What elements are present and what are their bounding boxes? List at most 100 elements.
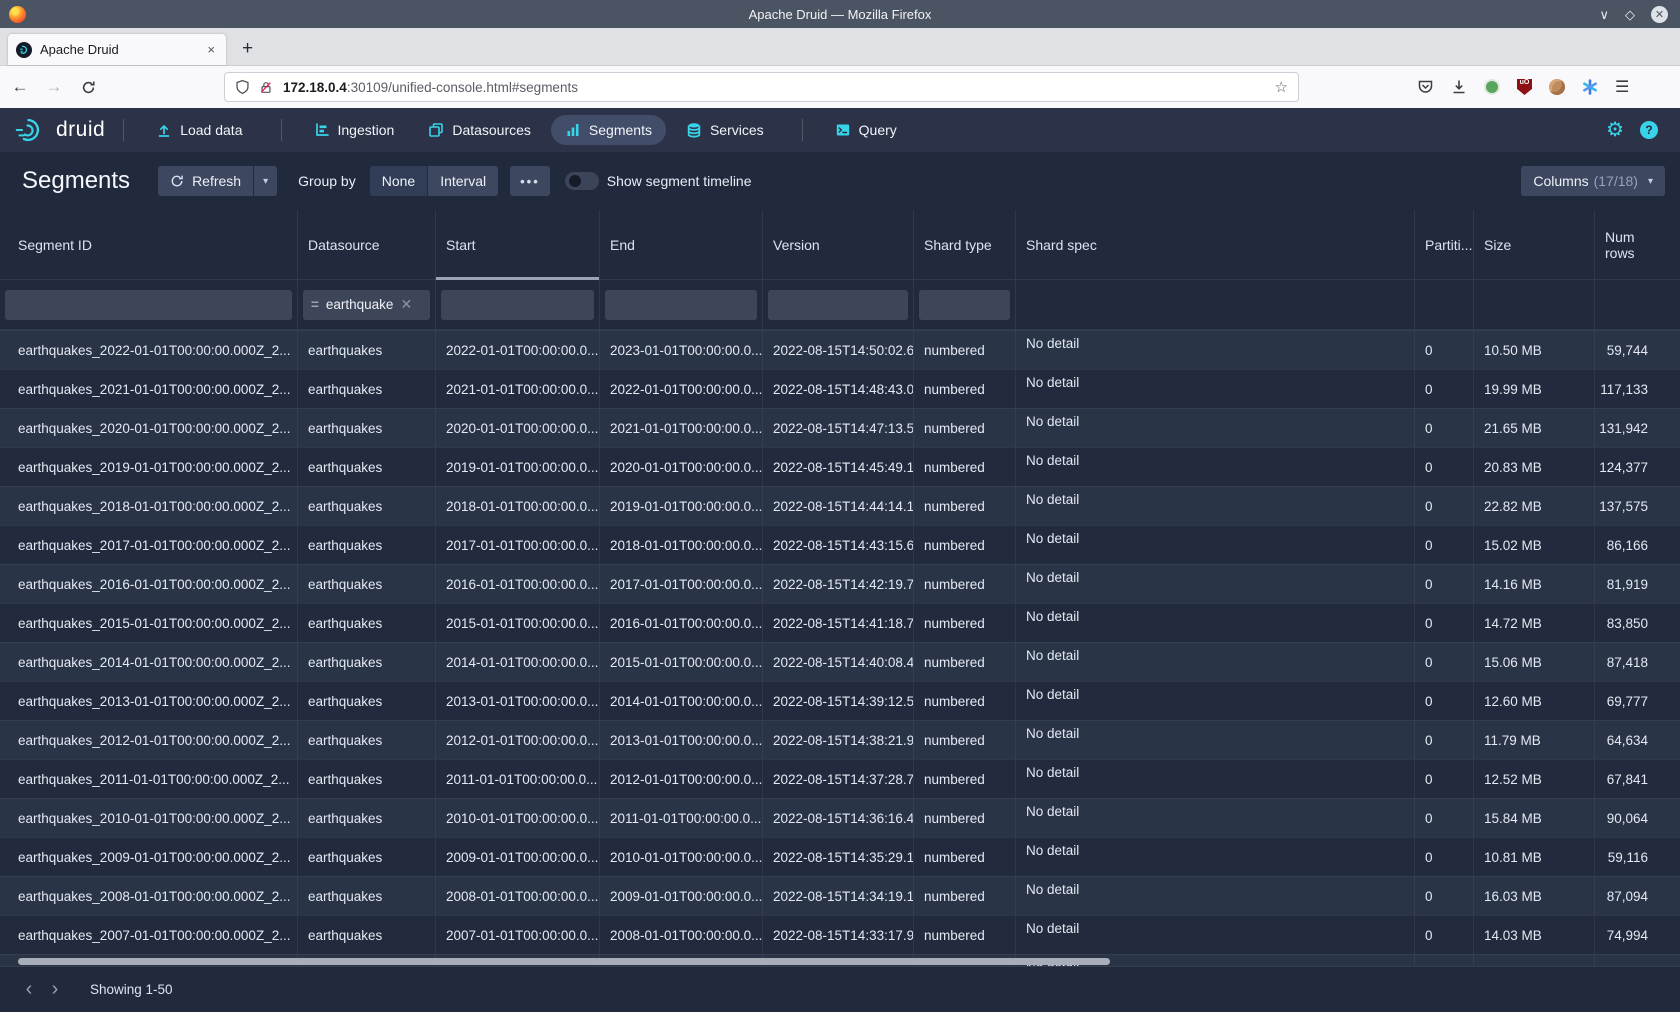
cell[interactable]: 0 (1415, 526, 1474, 564)
group-by-interval-button[interactable]: Interval (428, 166, 498, 196)
cell[interactable]: 69,777 (1595, 682, 1680, 720)
cell[interactable]: numbered (914, 370, 1016, 408)
nav-item-segments[interactable]: Segments (551, 115, 666, 145)
cell[interactable]: 2011-01-01T00:00:00.0... (600, 799, 763, 837)
tab-close-icon[interactable]: × (204, 42, 218, 57)
cell[interactable]: No detail (1016, 877, 1415, 915)
lock-insecure-icon[interactable] (259, 80, 273, 95)
cell[interactable]: 117,133 (1595, 370, 1680, 408)
datasource-filter-input[interactable]: = earthquake ✕ (303, 290, 430, 320)
column-header-shard-spec[interactable]: Shard spec (1016, 210, 1415, 279)
cell[interactable]: 2008-01-01T00:00:00.0... (436, 877, 600, 915)
shard-type-filter-input[interactable] (919, 290, 1010, 320)
cell[interactable]: No detail (1016, 682, 1415, 720)
cell[interactable]: earthquakes (298, 760, 436, 798)
column-header-partiti[interactable]: Partiti... (1415, 210, 1474, 279)
cell[interactable]: numbered (914, 565, 1016, 603)
column-header-end[interactable]: End (600, 210, 763, 279)
refresh-button[interactable]: Refresh (158, 166, 253, 196)
column-header-version[interactable]: Version (763, 210, 914, 279)
cell[interactable]: 0 (1415, 409, 1474, 447)
cell[interactable]: 2020-01-01T00:00:00.0... (436, 409, 600, 447)
cell[interactable]: earthquakes_2014-01-01T00:00:00.000Z_2..… (0, 643, 298, 681)
column-header-start[interactable]: Start (436, 210, 600, 279)
cell[interactable]: earthquakes_2021-01-01T00:00:00.000Z_2..… (0, 370, 298, 408)
cell[interactable]: 20.83 MB (1474, 448, 1595, 486)
nav-item-query[interactable]: Query (821, 115, 911, 145)
cell[interactable]: earthquakes (298, 721, 436, 759)
cell[interactable]: earthquakes (298, 487, 436, 525)
cell[interactable]: 0 (1415, 721, 1474, 759)
cell[interactable]: 2017-01-01T00:00:00.0... (436, 526, 600, 564)
cell[interactable]: 0 (1415, 682, 1474, 720)
cell[interactable]: earthquakes_2007-01-01T00:00:00.000Z_2..… (0, 916, 298, 954)
nav-item-datasources[interactable]: Datasources (414, 115, 545, 145)
extension-green-icon[interactable] (1484, 79, 1500, 95)
cell[interactable]: 59,116 (1595, 838, 1680, 876)
asterisk-extension-icon[interactable] (1582, 79, 1598, 95)
window-maximize-icon[interactable]: ◇ (1625, 8, 1635, 21)
cell[interactable]: numbered (914, 409, 1016, 447)
bookmark-star-icon[interactable]: ☆ (1275, 78, 1288, 96)
cell[interactable]: 11.79 MB (1474, 721, 1595, 759)
cell[interactable]: 2012-01-01T00:00:00.0... (436, 721, 600, 759)
cell[interactable]: 0 (1415, 916, 1474, 954)
cell[interactable]: 2022-08-15T14:45:49.1... (763, 448, 914, 486)
column-header-num-rows[interactable]: Num rows (1595, 210, 1680, 279)
cell[interactable]: No detail (1016, 721, 1415, 759)
cell[interactable]: 14.03 MB (1474, 916, 1595, 954)
remove-filter-icon[interactable]: ✕ (400, 296, 412, 313)
cell[interactable]: 124,377 (1595, 448, 1680, 486)
cell[interactable]: earthquakes_2019-01-01T00:00:00.000Z_2..… (0, 448, 298, 486)
more-options-button[interactable]: ••• (510, 166, 550, 196)
cell[interactable]: numbered (914, 682, 1016, 720)
group-by-none-button[interactable]: None (370, 166, 427, 196)
cell[interactable]: 2011-01-01T00:00:00.0... (436, 760, 600, 798)
cell[interactable]: No detail (1016, 331, 1415, 369)
url-bar[interactable]: 172.18.0.4:30109/unified-console.html#se… (224, 72, 1299, 102)
cell[interactable]: earthquakes (298, 916, 436, 954)
cell[interactable]: earthquakes (298, 526, 436, 564)
cell[interactable]: earthquakes_2012-01-01T00:00:00.000Z_2..… (0, 721, 298, 759)
filter-tag[interactable]: = earthquake ✕ (311, 296, 412, 313)
cell[interactable]: 2022-08-15T14:50:02.6... (763, 331, 914, 369)
cell[interactable]: 0 (1415, 760, 1474, 798)
cell[interactable]: 0 (1415, 838, 1474, 876)
cell[interactable]: earthquakes (298, 799, 436, 837)
cell[interactable]: 2022-01-01T00:00:00.0... (600, 370, 763, 408)
cell[interactable]: earthquakes (298, 331, 436, 369)
cell[interactable] (1474, 955, 1595, 966)
cell[interactable]: 137,575 (1595, 487, 1680, 525)
cell[interactable]: 2010-01-01T00:00:00.0... (600, 838, 763, 876)
cell[interactable]: 10.50 MB (1474, 331, 1595, 369)
columns-button[interactable]: Columns (17/18) ▾ (1521, 166, 1665, 196)
cell[interactable]: earthquakes (298, 565, 436, 603)
cell[interactable]: 14.72 MB (1474, 604, 1595, 642)
cell[interactable]: 0 (1415, 370, 1474, 408)
cell[interactable]: earthquakes (298, 877, 436, 915)
cell[interactable]: 2022-01-01T00:00:00.0... (436, 331, 600, 369)
previous-page-button[interactable]: ‹ (16, 977, 42, 1003)
cell[interactable]: 2022-08-15T14:34:19.1... (763, 877, 914, 915)
cell[interactable]: 0 (1415, 331, 1474, 369)
version-filter-input[interactable] (768, 290, 908, 320)
nav-item-services[interactable]: Services (672, 115, 778, 145)
cell[interactable]: 2022-08-15T14:43:15.6... (763, 526, 914, 564)
cell[interactable]: 2008-01-01T00:00:00.0... (600, 916, 763, 954)
cell[interactable]: 2022-08-15T14:33:17.9... (763, 916, 914, 954)
cell[interactable]: numbered (914, 760, 1016, 798)
cell[interactable]: 2022-08-15T14:39:12.5... (763, 682, 914, 720)
cell[interactable]: 12.52 MB (1474, 760, 1595, 798)
forward-button[interactable]: → (40, 77, 68, 97)
cell[interactable]: 131,942 (1595, 409, 1680, 447)
cell[interactable]: 10.81 MB (1474, 838, 1595, 876)
cell[interactable]: 59,744 (1595, 331, 1680, 369)
cell[interactable]: 2017-01-01T00:00:00.0... (600, 565, 763, 603)
cell[interactable]: 22.82 MB (1474, 487, 1595, 525)
cell[interactable]: earthquakes_2009-01-01T00:00:00.000Z_2..… (0, 838, 298, 876)
cell[interactable]: 2019-01-01T00:00:00.0... (436, 448, 600, 486)
cell[interactable]: numbered (914, 916, 1016, 954)
cell[interactable]: 64,634 (1595, 721, 1680, 759)
cell[interactable]: numbered (914, 331, 1016, 369)
cell[interactable]: 2022-08-15T14:47:13.5... (763, 409, 914, 447)
